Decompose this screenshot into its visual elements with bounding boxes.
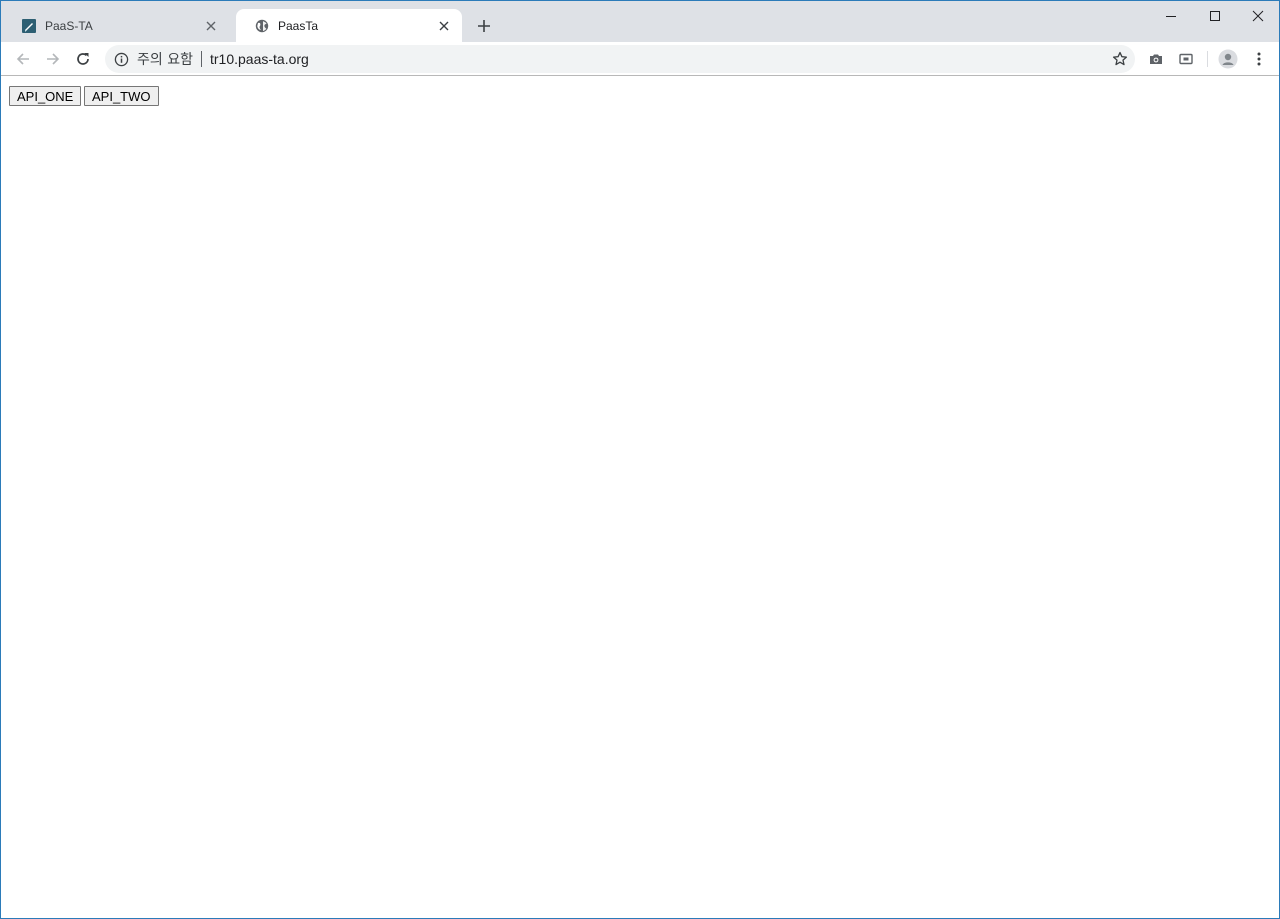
- close-tab-icon[interactable]: [203, 18, 219, 34]
- maximize-button[interactable]: [1193, 1, 1237, 31]
- camera-icon[interactable]: [1143, 46, 1169, 72]
- forward-arrow-icon[interactable]: [40, 46, 66, 72]
- browser-toolbar: 주의 요함 tr10.paas-ta.org: [1, 42, 1279, 76]
- info-icon[interactable]: [113, 51, 129, 67]
- tab-paasta[interactable]: PaasTa: [236, 9, 462, 42]
- url-text[interactable]: tr10.paas-ta.org: [210, 51, 309, 67]
- api-two-button[interactable]: API_TWO: [84, 86, 159, 106]
- reload-icon[interactable]: [70, 46, 96, 72]
- minimize-button[interactable]: [1149, 1, 1193, 31]
- close-tab-icon[interactable]: [436, 18, 452, 34]
- tab-paas-ta[interactable]: PaaS-TA: [3, 9, 229, 42]
- tab-strip: PaaS-TA PaasTa: [1, 1, 1279, 42]
- bookmark-star-icon[interactable]: [1111, 50, 1129, 68]
- tab-title: PaasTa: [278, 18, 319, 33]
- cast-icon[interactable]: [1173, 46, 1199, 72]
- browser-window: PaaS-TA PaasTa 주의 요함 tr10.paas-ta.org AP…: [0, 0, 1280, 919]
- close-window-button[interactable]: [1236, 1, 1279, 31]
- api-one-button[interactable]: API_ONE: [9, 86, 82, 106]
- security-status-label[interactable]: 주의 요함: [137, 49, 193, 69]
- omnibox-divider: [200, 51, 202, 67]
- paas-ta-logo-icon: [21, 18, 37, 34]
- new-tab-button[interactable]: [473, 15, 495, 37]
- toolbar-divider: [1207, 51, 1208, 67]
- globe-icon: [254, 18, 270, 34]
- back-arrow-icon[interactable]: [10, 46, 36, 72]
- address-bar[interactable]: 주의 요함 tr10.paas-ta.org: [105, 45, 1135, 73]
- page-content: API_ONE API_TWO: [1, 77, 1279, 918]
- tab-title: PaaS-TA: [45, 18, 93, 33]
- profile-avatar-icon[interactable]: [1215, 46, 1241, 72]
- more-menu-icon[interactable]: [1246, 46, 1272, 72]
